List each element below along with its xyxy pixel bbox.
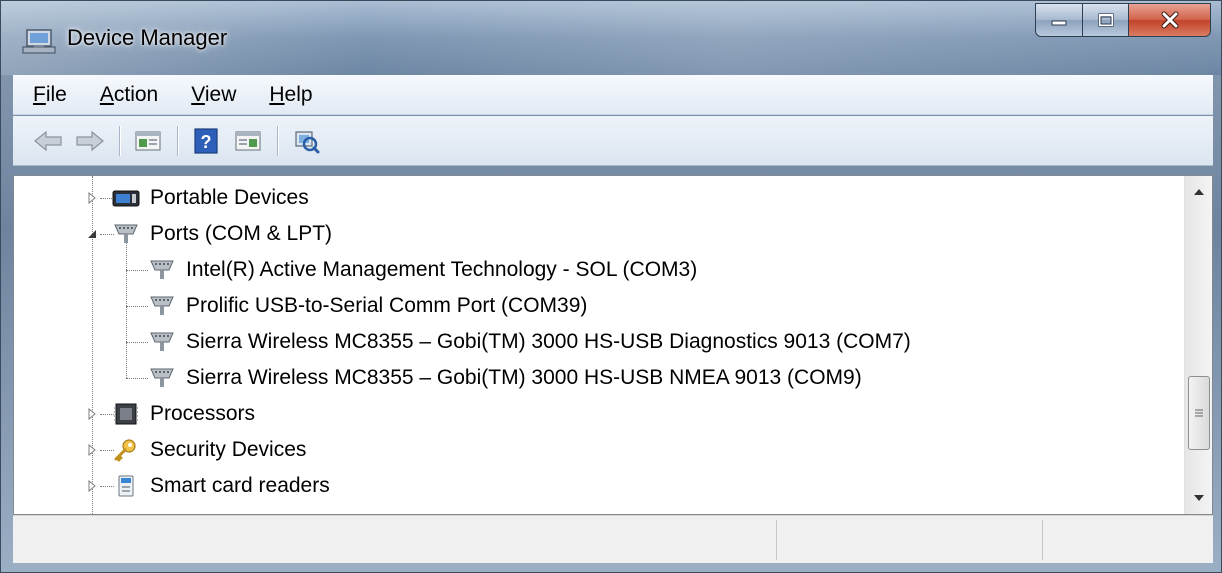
toolbar-separator xyxy=(177,125,179,156)
tree-item-smart-card-readers[interactable]: Smart card readers xyxy=(112,468,330,504)
menu-action-label: ction xyxy=(113,82,159,106)
port-icon xyxy=(150,296,174,315)
tree-item-security-devices[interactable]: Security Devices xyxy=(112,432,306,468)
menu-view[interactable]: View xyxy=(191,83,236,107)
menu-view-accel: V xyxy=(191,82,205,106)
tree-item-ports[interactable]: Ports (COM & LPT) xyxy=(112,216,332,252)
help-icon: ? xyxy=(194,127,218,154)
tree-item-label: Smart card readers xyxy=(150,474,330,497)
vertical-scrollbar[interactable] xyxy=(1184,176,1212,514)
smart-card-reader-icon xyxy=(118,475,134,497)
scan-hardware-changes-icon xyxy=(295,130,320,153)
tree-item-port-com9[interactable]: Sierra Wireless MC8355 – Gobi(TM) 3000 H… xyxy=(148,360,862,396)
tree-item-port-com7[interactable]: Sierra Wireless MC8355 – Gobi(TM) 3000 H… xyxy=(148,324,911,360)
menu-help-accel: H xyxy=(269,82,285,106)
portable-devices-icon xyxy=(112,190,140,207)
tree-item-port-com39[interactable]: Prolific USB-to-Serial Comm Port (COM39) xyxy=(148,288,587,324)
menu-action[interactable]: Action xyxy=(100,83,158,107)
back-icon xyxy=(34,130,62,151)
scroll-down-button[interactable] xyxy=(1185,484,1212,512)
show-hide-console-tree-icon xyxy=(135,130,161,151)
tree-guide-line xyxy=(126,306,148,307)
tree-guide-line xyxy=(92,176,93,514)
expand-arrow-icon[interactable] xyxy=(86,480,98,492)
menu-bar: File Action View Help xyxy=(13,75,1213,115)
device-manager-icon xyxy=(22,29,56,54)
tree-guide-line xyxy=(126,342,148,343)
toolbar-separator xyxy=(119,125,121,156)
port-icon xyxy=(150,368,174,387)
caption-buttons xyxy=(1035,3,1211,41)
menu-action-accel: A xyxy=(99,82,114,106)
scroll-up-button[interactable] xyxy=(1185,178,1212,206)
show-hide-action-pane-icon xyxy=(235,130,261,151)
forward-icon xyxy=(76,130,104,151)
device-tree-view[interactable]: Portable Devices Ports (COM & LPT) Intel… xyxy=(13,175,1213,515)
maximize-button[interactable] xyxy=(1083,3,1129,37)
close-icon xyxy=(1161,11,1178,29)
ports-icon xyxy=(114,224,138,243)
device-manager-window: Device Manager File Action View Help ? P… xyxy=(0,0,1222,573)
scroll-up-icon xyxy=(1194,189,1204,195)
port-icon xyxy=(150,332,174,351)
menu-view-label: iew xyxy=(204,82,237,106)
port-icon xyxy=(150,260,174,279)
device-tree: Portable Devices Ports (COM & LPT) Intel… xyxy=(14,176,1184,514)
toolbar-separator xyxy=(277,125,279,156)
svg-text:?: ? xyxy=(201,132,212,152)
tree-item-label: Sierra Wireless MC8355 – Gobi(TM) 3000 H… xyxy=(186,330,911,353)
window-title: Device Manager xyxy=(67,25,228,50)
scroll-down-icon xyxy=(1194,495,1204,501)
collapse-arrow-icon[interactable] xyxy=(86,228,98,240)
expand-arrow-icon[interactable] xyxy=(86,408,98,420)
menu-file[interactable]: File xyxy=(33,83,67,107)
status-pane-secondary xyxy=(777,520,1043,560)
tree-item-portable-devices[interactable]: Portable Devices xyxy=(112,180,309,216)
tree-item-label: Sierra Wireless MC8355 – Gobi(TM) 3000 H… xyxy=(186,366,862,389)
tree-item-processors[interactable]: Processors xyxy=(112,396,255,432)
processor-icon xyxy=(114,403,138,425)
minimize-icon xyxy=(1051,20,1067,26)
tree-item-port-com3[interactable]: Intel(R) Active Management Technology - … xyxy=(148,252,697,288)
forward-button[interactable] xyxy=(73,124,107,158)
menu-help[interactable]: Help xyxy=(269,83,312,107)
tree-item-label: Intel(R) Active Management Technology - … xyxy=(186,258,698,281)
minimize-button[interactable] xyxy=(1035,3,1083,37)
tree-item-label: Processors xyxy=(150,402,256,425)
tree-item-label: Ports (COM & LPT) xyxy=(150,222,333,245)
expand-arrow-icon[interactable] xyxy=(86,192,98,204)
maximize-icon xyxy=(1097,13,1114,27)
title-bar[interactable]: Device Manager xyxy=(1,1,1221,75)
menu-file-label: ile xyxy=(45,82,67,106)
menu-help-label: elp xyxy=(284,82,313,106)
security-devices-icon xyxy=(114,439,136,462)
toolbar: ? xyxy=(13,116,1213,166)
status-bar xyxy=(13,515,1213,563)
close-button[interactable] xyxy=(1129,3,1211,37)
status-pane-main xyxy=(13,520,777,560)
menu-file-accel: F xyxy=(33,82,46,106)
expand-arrow-icon[interactable] xyxy=(86,444,98,456)
tree-guide-line xyxy=(126,270,148,271)
scan-hardware-changes-button[interactable] xyxy=(289,124,323,158)
tree-item-label: Portable Devices xyxy=(150,186,309,209)
tree-item-label: Security Devices xyxy=(150,438,307,461)
tree-item-label: Prolific USB-to-Serial Comm Port (COM39) xyxy=(186,294,588,317)
tree-guide-line xyxy=(126,378,148,379)
show-hide-console-tree-button[interactable] xyxy=(131,124,165,158)
scroll-thumb[interactable] xyxy=(1188,376,1210,450)
grip-icon xyxy=(1195,409,1203,417)
help-button[interactable]: ? xyxy=(189,124,223,158)
show-hide-action-pane-button[interactable] xyxy=(231,124,265,158)
back-button[interactable] xyxy=(31,124,65,158)
